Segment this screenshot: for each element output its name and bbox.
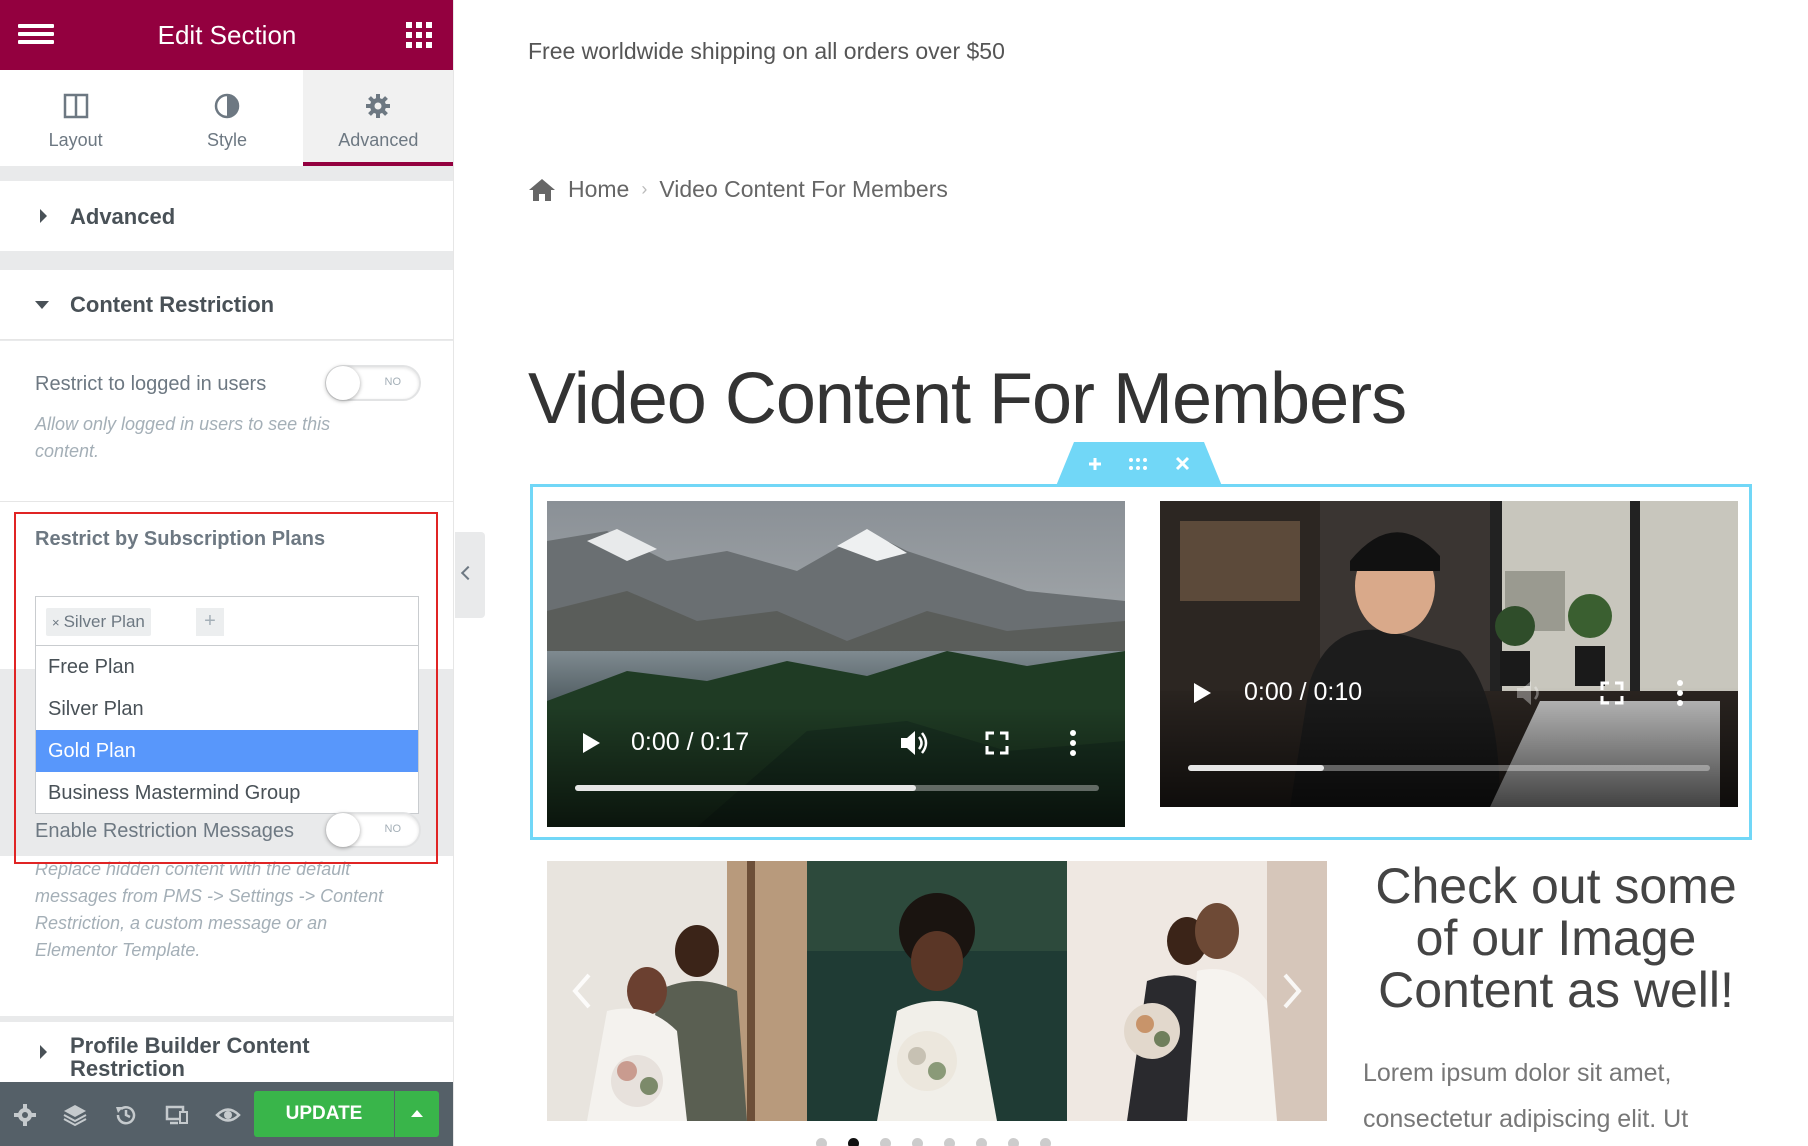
plan-option-business[interactable]: Business Mastermind Group xyxy=(36,772,418,814)
messages-description: Replace hidden content with the default … xyxy=(35,859,384,960)
carousel-dot[interactable] xyxy=(848,1138,859,1146)
carousel-dot[interactable] xyxy=(1008,1138,1019,1146)
play-icon[interactable] xyxy=(1192,681,1212,705)
carousel-prev-arrow-icon[interactable] xyxy=(567,969,597,1013)
add-plan-icon[interactable]: + xyxy=(196,608,224,636)
breadcrumb: Home › Video Content For Members xyxy=(528,176,948,203)
breadcrumb-home-link[interactable]: Home xyxy=(568,176,629,203)
carousel-dot[interactable] xyxy=(1040,1138,1051,1146)
caret-down-icon xyxy=(35,301,49,309)
video-progress-bar[interactable] xyxy=(575,785,1099,791)
volume-icon[interactable] xyxy=(1515,679,1547,707)
panel-header: Edit Section xyxy=(0,0,453,70)
image-content-heading: Check out some of our Image Content as w… xyxy=(1375,858,1737,1018)
widgets-grid-icon[interactable] xyxy=(406,22,432,48)
carousel-dot[interactable] xyxy=(880,1138,891,1146)
messages-description-block: Replace hidden content with the default … xyxy=(0,856,453,1016)
section-content-restriction[interactable]: Content Restriction xyxy=(0,270,453,340)
tab-layout[interactable]: Layout xyxy=(0,70,151,166)
switch-text: NO xyxy=(384,823,402,835)
collapse-panel-button[interactable] xyxy=(455,532,485,618)
settings-gear-icon[interactable] xyxy=(12,1102,38,1128)
home-icon xyxy=(529,178,555,201)
subscription-plans-label: Restrict by Subscription Plans xyxy=(35,528,326,550)
carousel-next-arrow-icon[interactable] xyxy=(1277,969,1307,1013)
image-carousel xyxy=(547,861,1327,1121)
restrict-logged-label: Restrict to logged in users xyxy=(35,373,267,395)
caret-up-icon xyxy=(411,1110,423,1117)
restriction-messages-label: Enable Restriction Messages xyxy=(35,820,295,842)
section-advanced[interactable]: Advanced xyxy=(0,181,453,251)
columns-icon xyxy=(63,93,88,119)
play-icon[interactable] xyxy=(581,731,601,755)
selected-plan-chip: × Silver Plan xyxy=(46,608,151,636)
preview-eye-icon[interactable] xyxy=(215,1102,241,1128)
tab-label: Advanced xyxy=(338,130,419,150)
carousel-dot[interactable] xyxy=(976,1138,987,1146)
update-options-button[interactable] xyxy=(395,1091,439,1137)
subscription-plans-select[interactable]: × Silver Plan + xyxy=(35,596,419,646)
remove-chip-icon[interactable]: × xyxy=(52,615,60,630)
restriction-messages-switch[interactable]: NO xyxy=(325,812,421,848)
gear-icon xyxy=(366,94,391,118)
carousel-dots xyxy=(816,1138,1072,1146)
carousel-dot[interactable] xyxy=(912,1138,923,1146)
plans-dropdown: Free Plan Silver Plan Gold Plan Business… xyxy=(35,646,419,814)
video-player-mountains[interactable]: 0:00 / 0:17 xyxy=(547,501,1125,827)
section-label: Profile Builder Content Restriction xyxy=(70,1033,310,1081)
carousel-dot[interactable] xyxy=(816,1138,827,1146)
half-circle-icon xyxy=(214,93,240,119)
restrict-logged-switch[interactable]: NO xyxy=(325,365,421,401)
editor-panel: Edit Section Layout Style Advanced Advan… xyxy=(0,0,454,1146)
fullscreen-icon[interactable] xyxy=(1600,681,1624,705)
more-options-icon[interactable] xyxy=(1676,680,1684,706)
chevron-left-icon xyxy=(460,565,476,581)
video-progress-bar[interactable] xyxy=(1188,765,1710,771)
panel-footer: UPDATE xyxy=(0,1082,453,1146)
tab-label: Layout xyxy=(48,130,103,150)
section-profile-builder[interactable]: Profile Builder Content Restriction xyxy=(0,1022,453,1082)
layers-icon[interactable] xyxy=(62,1102,88,1128)
plan-option-gold[interactable]: Gold Plan xyxy=(36,730,418,772)
fullscreen-icon[interactable] xyxy=(985,731,1009,755)
restrict-logged-description: Allow only logged in users to see this c… xyxy=(35,414,331,461)
shipping-banner: Free worldwide shipping on all orders ov… xyxy=(528,38,1005,64)
bride-forest-image xyxy=(807,861,1067,1121)
more-options-icon[interactable] xyxy=(1069,730,1077,756)
caret-right-icon xyxy=(40,1045,47,1059)
page-preview: Free worldwide shipping on all orders ov… xyxy=(486,0,1808,1146)
image-content-paragraph: Lorem ipsum dolor sit amet, consectetur … xyxy=(1363,1059,1689,1133)
tab-style[interactable]: Style xyxy=(151,70,302,166)
panel-tabs: Layout Style Advanced xyxy=(0,70,453,166)
update-button[interactable]: UPDATE xyxy=(254,1091,394,1137)
responsive-icon[interactable] xyxy=(164,1102,190,1128)
panel-title: Edit Section xyxy=(157,20,297,50)
volume-icon[interactable] xyxy=(899,729,931,757)
plan-option-free[interactable]: Free Plan xyxy=(36,646,418,688)
video-time: 0:00 / 0:10 xyxy=(1244,678,1363,706)
breadcrumb-current: Video Content For Members xyxy=(659,176,948,202)
carousel-dot[interactable] xyxy=(944,1138,955,1146)
switch-text: NO xyxy=(384,376,402,388)
section-handle[interactable] xyxy=(1056,442,1222,486)
video-player-workspace[interactable]: 0:00 / 0:10 xyxy=(1160,501,1738,807)
carousel-slide xyxy=(807,861,1067,1121)
history-icon[interactable] xyxy=(113,1102,139,1128)
section-label: Advanced xyxy=(70,204,176,229)
caret-right-icon xyxy=(40,209,47,223)
page-title: Video Content For Members xyxy=(528,359,1407,439)
tab-label: Style xyxy=(206,130,247,150)
tab-advanced[interactable]: Advanced xyxy=(302,70,453,166)
video-time: 0:00 / 0:17 xyxy=(631,728,750,756)
chevron-right-icon: › xyxy=(641,179,648,199)
plan-option-silver[interactable]: Silver Plan xyxy=(36,688,418,730)
video-controls xyxy=(547,707,1125,827)
section-label: Content Restriction xyxy=(70,292,275,317)
